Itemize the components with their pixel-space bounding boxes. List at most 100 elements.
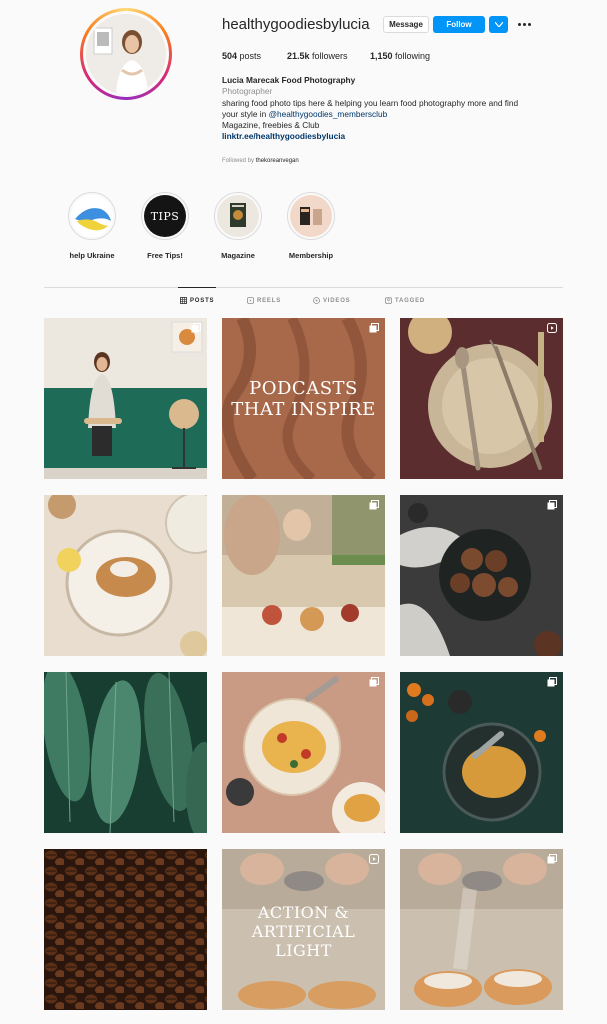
post-tile[interactable] xyxy=(222,495,385,656)
followers-label: followers xyxy=(312,51,348,61)
multiple-photos-icon xyxy=(369,677,379,687)
ukraine-cover-art xyxy=(75,208,111,231)
profile-username: healthygoodiesbylucia xyxy=(222,16,370,33)
chevron-down-icon xyxy=(494,22,503,27)
profile-avatar-ring[interactable] xyxy=(80,8,172,100)
profile-stats: 504 posts 21.5k followers 1,150 followin… xyxy=(222,51,430,61)
post-tile[interactable] xyxy=(222,672,385,833)
message-button[interactable]: Message xyxy=(383,16,429,33)
overlay-line: PODCASTS xyxy=(249,378,358,399)
tab-label: TAGGED xyxy=(395,297,426,304)
overlay-line: THAT INSPIRE xyxy=(231,399,376,420)
highlight-label: Free Tips! xyxy=(147,251,183,260)
avatar-photo xyxy=(86,14,166,94)
more-dot-icon xyxy=(522,23,526,26)
post-image xyxy=(400,849,563,1010)
post-tile[interactable] xyxy=(400,318,563,479)
tabs-divider xyxy=(44,287,563,288)
post-tile[interactable] xyxy=(44,849,207,1010)
highlight-free-tips[interactable]: TIPS Free Tips! xyxy=(130,192,200,260)
bio-line: your style in @healthygoodies_membersclu… xyxy=(222,109,567,120)
more-options-button[interactable] xyxy=(516,16,532,33)
profile-full-name: Lucia Marecak Food Photography xyxy=(222,75,356,85)
following-count: 1,150 xyxy=(370,51,393,61)
more-dot-icon xyxy=(527,23,531,26)
tab-posts[interactable]: POSTS xyxy=(180,297,214,304)
overlay-line: LIGHT xyxy=(275,941,332,960)
following-stat[interactable]: 1,150 following xyxy=(370,51,430,61)
tab-reels[interactable]: REELS xyxy=(247,297,281,304)
profile-category: Photographer xyxy=(222,86,273,97)
multiple-photos-icon xyxy=(191,323,201,333)
post-image xyxy=(44,849,207,1010)
suggested-accounts-button[interactable] xyxy=(489,16,508,33)
multiple-photos-icon xyxy=(547,854,557,864)
bio-mention-link[interactable]: @healthygoodies_membersclub xyxy=(269,109,388,119)
highlight-cover xyxy=(217,195,259,237)
following-label: following xyxy=(395,51,431,61)
bio-text: your style in xyxy=(222,108,269,119)
tab-tagged[interactable]: TAGGED xyxy=(385,297,425,304)
tab-label: VIDEOS xyxy=(323,297,351,304)
post-image xyxy=(400,318,563,479)
post-tile[interactable] xyxy=(44,495,207,656)
post-tile[interactable]: PODCASTS THAT INSPIRE xyxy=(222,318,385,479)
highlight-ring xyxy=(68,192,116,240)
post-tile[interactable] xyxy=(44,672,207,833)
post-image xyxy=(44,318,207,479)
highlight-ring xyxy=(287,192,335,240)
tab-videos[interactable]: VIDEOS xyxy=(313,297,350,304)
video-icon xyxy=(313,297,320,304)
highlight-membership[interactable]: Membership xyxy=(276,192,346,260)
post-tile[interactable] xyxy=(44,318,207,479)
post-image xyxy=(44,672,207,833)
profile-bio: Lucia Marecak Food Photography Photograp… xyxy=(222,75,567,143)
followers-stat[interactable]: 21.5k followers xyxy=(287,51,370,61)
post-tile[interactable] xyxy=(400,495,563,656)
bio-website-link[interactable]: linktr.ee/healthygoodiesbylucia xyxy=(222,131,567,142)
post-overlay-text: ACTION & ARTIFICIAL LIGHT xyxy=(222,903,385,960)
posts-stat: 504 posts xyxy=(222,51,287,61)
membership-cover-art xyxy=(300,207,322,225)
post-tile[interactable]: ACTION & ARTIFICIAL LIGHT xyxy=(222,849,385,1010)
avatar xyxy=(86,14,166,94)
highlight-cover xyxy=(71,195,113,237)
post-overlay-text: PODCASTS THAT INSPIRE xyxy=(222,378,385,420)
post-tile[interactable] xyxy=(400,672,563,833)
grid-icon xyxy=(180,297,187,304)
avatar-inner xyxy=(83,11,169,97)
highlight-label: Membership xyxy=(288,251,334,260)
reels-icon xyxy=(247,297,254,304)
highlight-label: Magazine xyxy=(221,251,255,260)
post-image xyxy=(222,495,385,656)
followed-by-user: thekoreanvegan xyxy=(255,158,299,164)
multiple-photos-icon xyxy=(369,323,379,333)
posts-label: posts xyxy=(239,51,262,61)
posts-count: 504 xyxy=(222,51,238,61)
multiple-photos-icon xyxy=(547,500,557,510)
post-tile[interactable] xyxy=(400,849,563,1010)
post-image xyxy=(222,672,385,833)
overlay-line: ACTION & xyxy=(257,903,350,922)
multiple-photos-icon xyxy=(369,500,379,510)
followed-by-label: Followed by xyxy=(222,158,255,164)
post-image xyxy=(400,672,563,833)
tab-label: POSTS xyxy=(190,297,215,304)
tab-label: REELS xyxy=(257,297,282,304)
follow-button[interactable]: Follow xyxy=(433,16,485,33)
highlight-magazine[interactable]: Magazine xyxy=(203,192,273,260)
highlight-ring: TIPS xyxy=(141,192,189,240)
highlight-label: help Ukraine xyxy=(69,251,115,260)
post-image xyxy=(400,495,563,656)
magazine-cover-art xyxy=(230,203,246,227)
active-tab-indicator xyxy=(178,287,216,288)
more-dot-icon xyxy=(517,23,521,26)
multiple-photos-icon xyxy=(547,677,557,687)
highlight-help-ukraine[interactable]: help Ukraine xyxy=(57,192,127,260)
bio-line: Magazine, freebies & Club xyxy=(222,120,320,131)
highlight-ring xyxy=(214,192,262,240)
followers-count: 21.5k xyxy=(287,51,310,61)
tag-icon xyxy=(385,297,392,304)
followed-by[interactable]: Followed by thekoreanvegan xyxy=(222,158,299,164)
highlight-cover: TIPS xyxy=(144,195,186,237)
